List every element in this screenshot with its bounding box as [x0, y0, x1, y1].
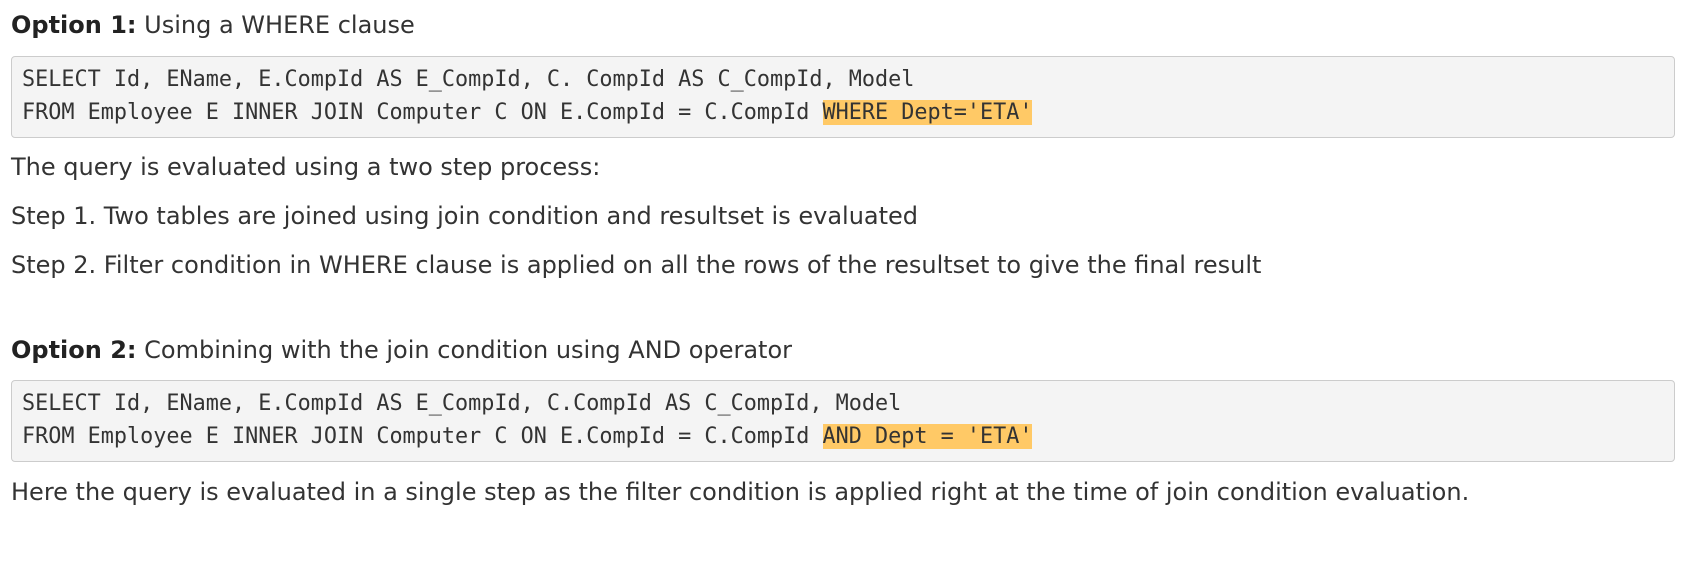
option2-title: Combining with the join condition using … [136, 336, 792, 364]
option2-code-line1: SELECT Id, EName, E.CompId AS E_CompId, … [22, 391, 902, 416]
option2-code-line2-plain: FROM Employee E INNER JOIN Computer C ON… [22, 424, 823, 449]
option1-code-line2: FROM Employee E INNER JOIN Computer C ON… [22, 96, 1664, 129]
explanation1-step2: Step 2. Filter condition in WHERE clause… [11, 251, 1262, 279]
document-page: Option 1: Using a WHERE clause SELECT Id… [0, 0, 1695, 567]
option1-code-line1: SELECT Id, EName, E.CompId AS E_CompId, … [22, 67, 915, 92]
option1-title: Using a WHERE clause [136, 11, 415, 39]
option2-label: Option 2: [11, 336, 137, 364]
explanation1-intro: The query is evaluated using a two step … [11, 153, 601, 181]
option2-heading: Option 2: Combining with the join condit… [11, 335, 792, 365]
explanation1-step1: Step 1. Two tables are joined using join… [11, 202, 919, 230]
option2-code-block: SELECT Id, EName, E.CompId AS E_CompId, … [11, 380, 1675, 462]
option1-heading: Option 1: Using a WHERE clause [11, 10, 415, 40]
option1-code-block: SELECT Id, EName, E.CompId AS E_CompId, … [11, 56, 1675, 138]
option2-code-line2: FROM Employee E INNER JOIN Computer C ON… [22, 420, 1664, 453]
option1-label: Option 1: [11, 11, 137, 39]
option1-code-highlight: WHERE Dept='ETA' [822, 100, 1033, 125]
option2-code-highlight: AND Dept = 'ETA' [822, 424, 1033, 449]
explanation2-text: Here the query is evaluated in a single … [11, 478, 1470, 506]
option1-code-line2-plain: FROM Employee E INNER JOIN Computer C ON… [22, 100, 823, 125]
